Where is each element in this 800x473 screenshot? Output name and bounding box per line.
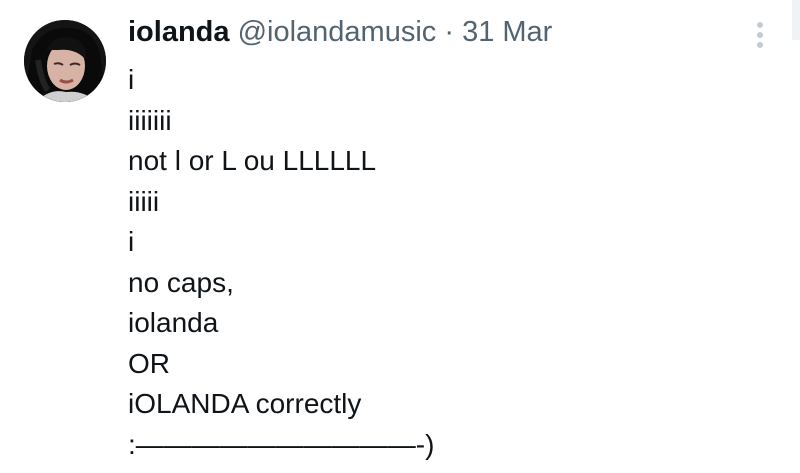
tweet-text-line: i [128, 226, 135, 257]
tweet-text-line: not l or L ou LLLLLL [128, 145, 377, 176]
author-avatar[interactable] [24, 20, 106, 102]
more-vertical-icon [757, 22, 763, 28]
scroll-edge [792, 0, 800, 40]
more-vertical-icon-dot [757, 42, 763, 48]
tweet-header: iolanda @iolandamusic · 31 Mar [128, 12, 552, 52]
tweet-text-line: iOLANDA correctly [128, 388, 362, 419]
tweet-date[interactable]: 31 Mar [462, 16, 552, 48]
tweet-text-line: i [128, 64, 135, 95]
author-name[interactable]: iolanda [128, 16, 230, 48]
author-handle[interactable]: @iolandamusic [238, 16, 437, 48]
tweet-text-line: iolanda [128, 307, 219, 338]
more-options-button[interactable] [748, 20, 772, 50]
tweet-text-line: iiiiiii [128, 104, 172, 136]
tweet-text-line: :——————————-) [128, 428, 435, 460]
tweet-text-line: no caps, [128, 266, 234, 298]
more-vertical-icon-dot [757, 32, 763, 38]
tweet-text: i iiiiiii not l or L ou LLLLLL iiiii i n… [128, 60, 434, 465]
avatar-photo [24, 20, 106, 102]
tweet-text-line: iiiii [128, 185, 160, 217]
tweet-text-line: OR [128, 347, 170, 379]
separator: · [444, 16, 455, 48]
